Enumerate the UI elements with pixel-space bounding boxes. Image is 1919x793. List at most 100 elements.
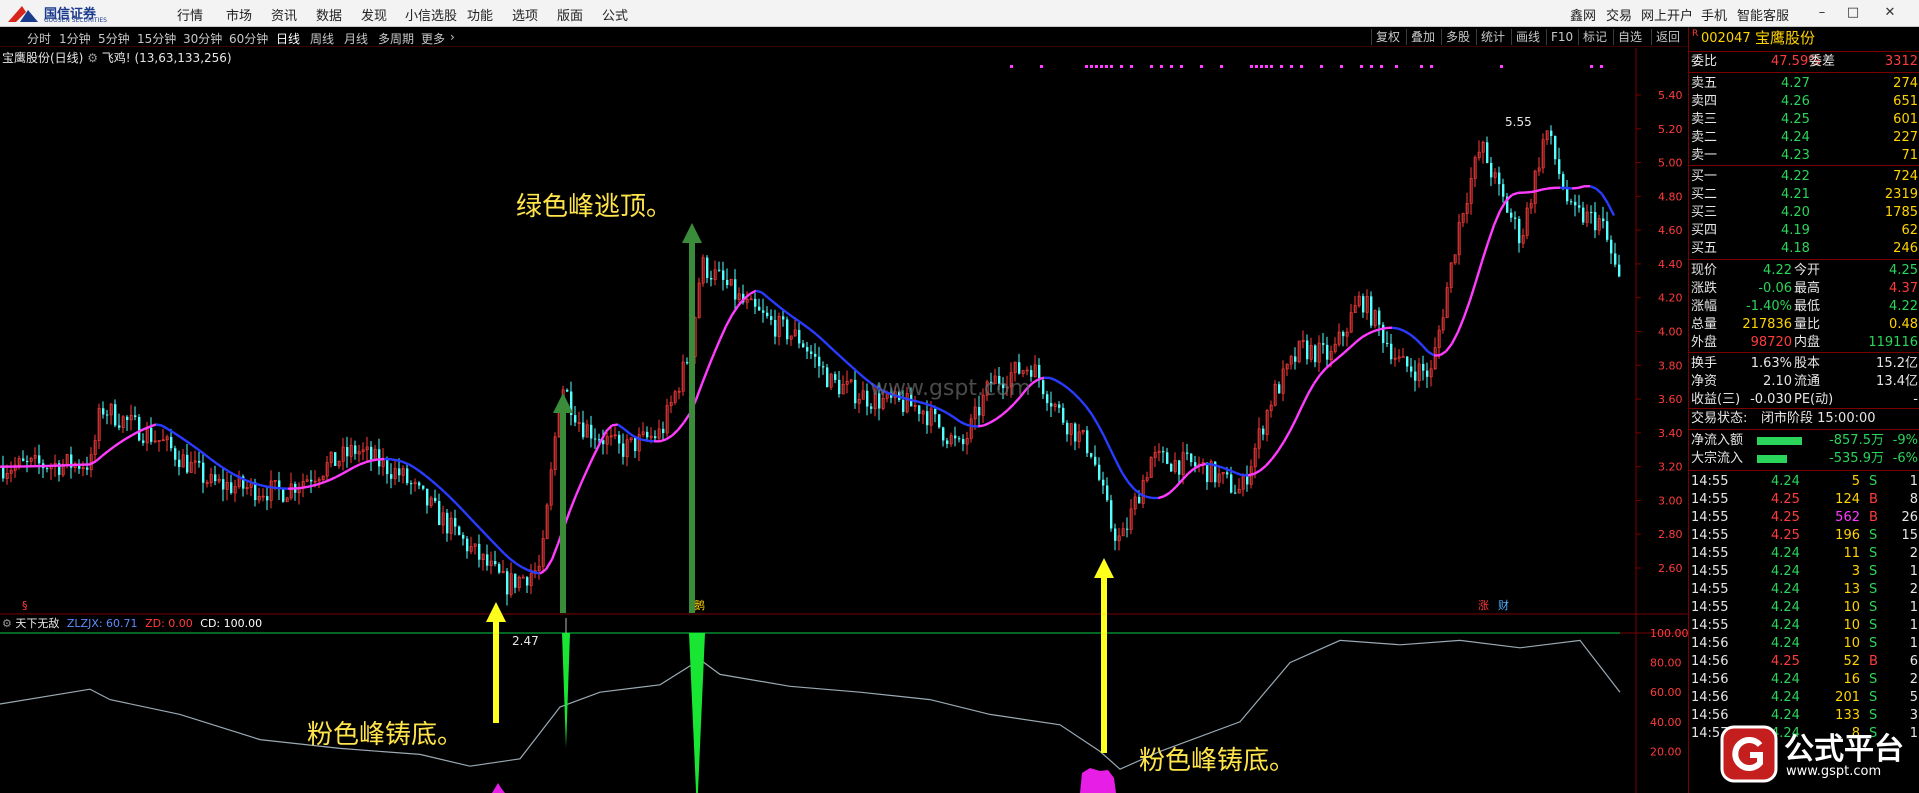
menu-gongshi[interactable]: 公式: [602, 5, 628, 24]
stat-row: 涨幅 -1.40% 最低 4.22: [1689, 298, 1919, 316]
kline-body: [934, 408, 937, 415]
moving-average-segment: [641, 438, 649, 442]
moving-average-segment: [1114, 460, 1124, 474]
menu-gongneng[interactable]: 功能: [467, 5, 493, 24]
menu-banmian[interactable]: 版面: [557, 5, 583, 24]
moving-average-segment: [1319, 367, 1327, 376]
bid-row[interactable]: 买一 4.22 724: [1689, 168, 1919, 186]
tool-huaxian[interactable]: 画线: [1511, 29, 1544, 45]
menu-xinwang[interactable]: 鑫网: [1570, 5, 1596, 24]
kline-body: [1362, 296, 1365, 313]
bid-row[interactable]: 买二 4.21 2319: [1689, 186, 1919, 204]
period-day[interactable]: 日线: [276, 30, 300, 47]
kline-body: [826, 367, 829, 388]
tool-duogu[interactable]: 多股: [1441, 29, 1474, 45]
menu-hangqing[interactable]: 行情: [177, 5, 203, 24]
kline-body: [2, 466, 5, 479]
kline-body: [1554, 135, 1557, 160]
moving-average-segment: [107, 445, 115, 453]
kline-body: [1278, 384, 1281, 394]
indicator-zd: ZD: 0.00: [145, 617, 193, 630]
kline-body: [386, 459, 389, 475]
period-1min[interactable]: 1分钟: [59, 30, 91, 47]
chart-title-bar: 宝鹰股份(日线) ⚙ 飞鸡! (13,63,133,256): [2, 49, 232, 66]
indicator-settings-icon[interactable]: ⚙: [2, 617, 12, 630]
kline-chart[interactable]: 5.40 5.20 5.00 4.80 4.60 4.40 4.20 4.00 3.80 3.60…: [0, 48, 1688, 793]
menu-xuanxiang[interactable]: 选项: [512, 5, 538, 24]
signal-dot: [1430, 65, 1433, 68]
green-peak: [562, 633, 570, 748]
period-30min[interactable]: 30分钟: [183, 30, 222, 47]
kline-body: [870, 406, 873, 409]
moving-average-segment: [839, 355, 847, 363]
moving-average-segment: [989, 418, 997, 424]
tool-tongji[interactable]: 统计: [1476, 29, 1509, 45]
kline-body: [1090, 453, 1093, 457]
menu-shichang[interactable]: 市场: [226, 5, 252, 24]
ask-label: 卖二: [1691, 130, 1718, 145]
moving-average-segment: [515, 562, 523, 569]
tick-time: 14:55: [1691, 618, 1729, 633]
ask-row[interactable]: 卖五 4.27 274: [1689, 75, 1919, 93]
kline-body: [390, 474, 393, 479]
settings-icon[interactable]: ⚙: [87, 51, 98, 65]
close-icon[interactable]: ✕: [1880, 3, 1900, 23]
menu-xiaoxin[interactable]: 小信选股: [405, 5, 457, 24]
period-5min[interactable]: 5分钟: [98, 30, 130, 47]
moving-average-segment: [1367, 329, 1375, 335]
moving-average-segment: [1259, 464, 1267, 472]
kline-body: [1114, 528, 1117, 541]
moving-average-segment: [1541, 187, 1549, 191]
signal-dot: [1250, 65, 1253, 68]
ask-volume: 227: [1893, 130, 1918, 145]
period-15min[interactable]: 15分钟: [137, 30, 176, 47]
kline-body: [566, 389, 569, 392]
kline-body: [434, 497, 437, 502]
bid-row[interactable]: 买三 4.20 1785: [1689, 204, 1919, 222]
tool-fuquan[interactable]: 复权: [1371, 29, 1404, 45]
menu-shuju[interactable]: 数据: [316, 5, 342, 24]
stat-label: 量比: [1794, 317, 1821, 332]
ask-row[interactable]: 卖一 4.23 71: [1689, 147, 1919, 165]
moving-average-segment: [983, 421, 991, 427]
moving-average-segment: [712, 339, 722, 355]
kline-body: [946, 440, 949, 444]
moving-average-segment: [1571, 186, 1579, 190]
tool-biaoji[interactable]: 标记: [1578, 29, 1611, 45]
tool-f10[interactable]: F10: [1546, 29, 1577, 45]
menu-zixun[interactable]: 资讯: [271, 5, 297, 24]
moving-average-segment: [485, 533, 493, 542]
kline-body: [1018, 362, 1021, 374]
menu-shouji[interactable]: 手机: [1701, 5, 1727, 24]
menu-kefu[interactable]: 智能客服: [1737, 5, 1789, 24]
maximize-icon[interactable]: □: [1843, 3, 1863, 23]
ask-volume: 274: [1893, 76, 1918, 91]
ask-row[interactable]: 卖四 4.26 651: [1689, 93, 1919, 111]
menu-kaihu[interactable]: 网上开户: [1641, 5, 1693, 24]
period-month[interactable]: 月线: [344, 30, 368, 47]
ask-row[interactable]: 卖三 4.25 601: [1689, 111, 1919, 129]
trade-state-value: 闭市阶段 15:00:00: [1761, 411, 1876, 426]
indicator-cd: CD: 100.00: [200, 617, 263, 630]
period-multi[interactable]: 多周期: [378, 30, 414, 47]
bid-row[interactable]: 买四 4.19 62: [1689, 222, 1919, 240]
bid-row[interactable]: 买五 4.18 246: [1689, 240, 1919, 258]
kline-body: [514, 573, 517, 588]
tool-diejia[interactable]: 叠加: [1406, 29, 1439, 45]
period-60min[interactable]: 60分钟: [229, 30, 268, 47]
period-fenshi[interactable]: 分时: [27, 30, 51, 47]
menu-jiaoyi[interactable]: 交易: [1606, 5, 1632, 24]
signal-dot: [1170, 65, 1173, 68]
ask-row[interactable]: 卖二 4.24 227: [1689, 129, 1919, 147]
chevron-right-icon[interactable]: ›: [450, 30, 455, 44]
moving-average-segment: [1480, 242, 1490, 262]
kline-body: [202, 462, 205, 483]
period-more[interactable]: 更多: [421, 30, 445, 47]
price-axis-label: 3.40: [1658, 427, 1683, 440]
kline-body: [1326, 344, 1329, 360]
menu-faxian[interactable]: 发现: [361, 5, 387, 24]
tool-zixuan[interactable]: 自选: [1613, 29, 1646, 45]
tool-fanhui[interactable]: 返回: [1651, 29, 1684, 45]
minimize-icon[interactable]: –: [1812, 3, 1832, 23]
period-week[interactable]: 周线: [310, 30, 334, 47]
